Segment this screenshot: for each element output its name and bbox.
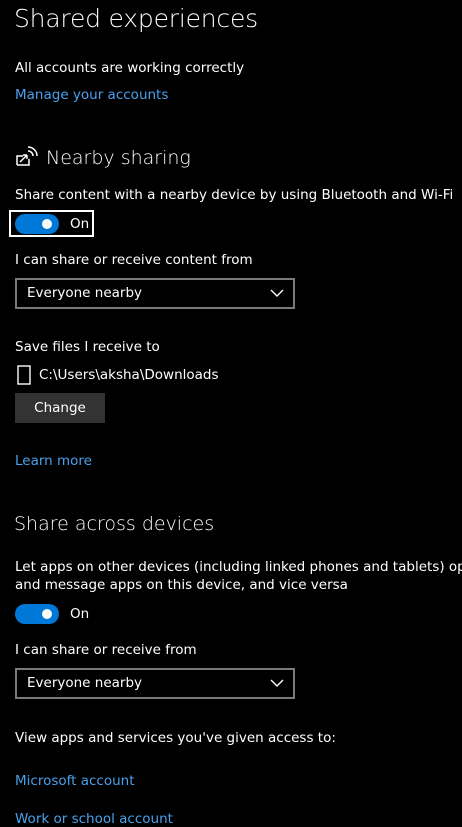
share-across-toggle-label: On [70,606,90,622]
save-files-label: Save files I receive to [15,339,160,355]
file-icon [17,365,31,385]
share-across-devices-title: Share across devices [14,513,215,535]
share-across-toggle[interactable] [15,604,59,624]
nearby-share-from-value: Everyone nearby [27,285,143,301]
nearby-sharing-title: Nearby sharing [46,147,191,169]
share-across-description-line1: Let apps on other devices (including lin… [15,559,462,575]
share-across-from-value: Everyone nearby [27,675,143,691]
toggle-knob [42,219,52,229]
change-button[interactable]: Change [15,393,105,423]
share-across-from-dropdown[interactable]: Everyone nearby [15,668,295,699]
share-across-from-label: I can share or receive from [15,642,197,658]
accounts-status: All accounts are working correctly [15,60,245,76]
page-title: Shared experiences [14,4,258,33]
share-across-description-line2: and message apps on this device, and vic… [15,577,348,593]
manage-accounts-link[interactable]: Manage your accounts [15,87,168,103]
nearby-sharing-icon [16,146,38,166]
learn-more-link[interactable]: Learn more [15,453,92,469]
nearby-sharing-description: Share content with a nearby device by us… [15,187,454,203]
nearby-sharing-toggle[interactable]: On [9,210,94,237]
toggle-knob [42,609,52,619]
chevron-down-icon [270,679,284,687]
save-path: C:\Users\aksha\Downloads [39,367,219,383]
toggle-track[interactable] [15,214,59,234]
access-label: View apps and services you've given acce… [15,730,336,746]
nearby-share-from-dropdown[interactable]: Everyone nearby [15,278,295,309]
microsoft-account-link[interactable]: Microsoft account [15,773,135,789]
nearby-sharing-toggle-label: On [70,216,90,232]
nearby-share-from-label: I can share or receive content from [15,252,253,268]
toggle-track[interactable] [15,604,59,624]
work-school-account-link[interactable]: Work or school account [15,811,173,827]
chevron-down-icon [270,289,284,297]
